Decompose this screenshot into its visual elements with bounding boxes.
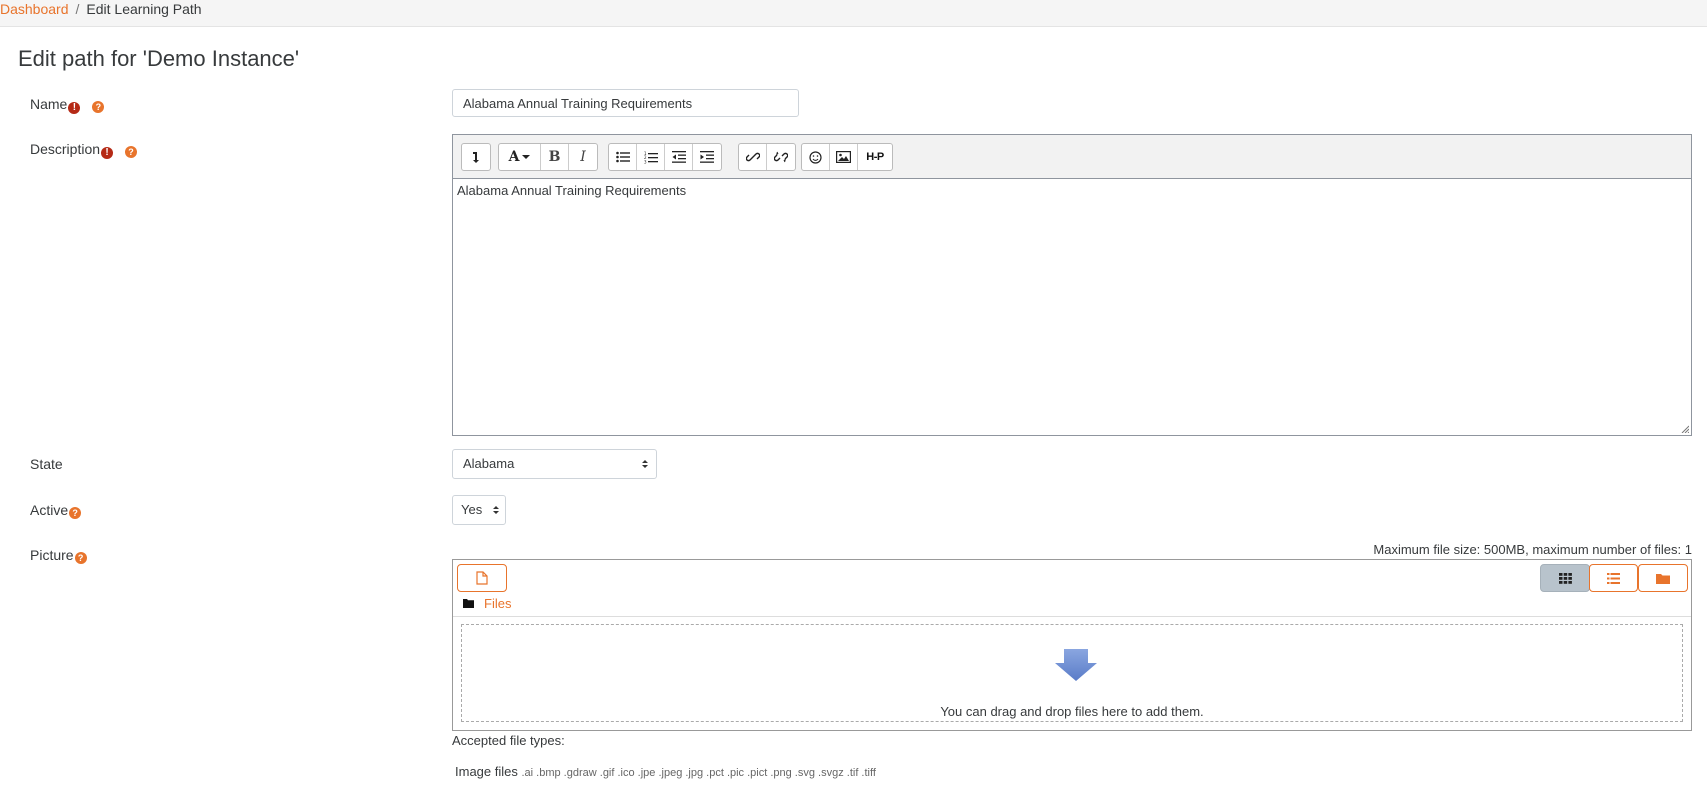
resize-handle-icon[interactable]	[1681, 425, 1689, 433]
add-file-button[interactable]	[457, 564, 507, 592]
toolbar-group-lists: 123	[608, 143, 722, 171]
unlink-icon[interactable]	[767, 144, 795, 170]
file-picker-toolbar: Files	[453, 560, 1691, 617]
image-icon[interactable]	[830, 144, 858, 170]
description-label: Description	[30, 141, 101, 157]
collapse-icon[interactable]	[462, 144, 490, 170]
select-arrows-icon	[642, 460, 648, 468]
file-picker: Files You can drag and drop files here t…	[452, 559, 1692, 731]
name-input[interactable]	[452, 89, 799, 117]
description-label-row: Description!?	[30, 141, 138, 159]
emoticon-icon[interactable]	[802, 144, 830, 170]
file-icon	[476, 571, 488, 585]
active-select-value: Yes	[461, 502, 483, 517]
tree-view-icon	[1656, 573, 1670, 584]
files-path-link[interactable]: Files	[484, 596, 511, 611]
file-path-row: Files	[463, 596, 511, 611]
bold-icon[interactable]: B	[541, 144, 569, 170]
italic-icon[interactable]: I	[569, 144, 597, 170]
help-icon[interactable]: ?	[69, 507, 82, 519]
grid-view-icon	[1558, 572, 1572, 584]
max-file-note: Maximum file size: 500MB, maximum number…	[1373, 542, 1692, 557]
drop-arrow-icon	[1055, 649, 1097, 681]
indent-icon[interactable]	[693, 144, 721, 170]
tree-view-button[interactable]	[1638, 564, 1688, 592]
description-editor: A B I 123 H-P Alabama Annual Training Re…	[452, 134, 1692, 436]
help-icon[interactable]: ?	[74, 552, 87, 564]
toolbar-group-style: A B I	[498, 143, 598, 171]
file-dropzone[interactable]: You can drag and drop files here to add …	[461, 624, 1683, 722]
select-arrows-icon	[493, 506, 499, 514]
editor-toolbar: A B I 123 H-P	[453, 135, 1691, 179]
breadcrumb-current: Edit Learning Path	[86, 1, 202, 17]
list-view-icon	[1607, 572, 1620, 584]
state-select[interactable]: Alabama	[452, 449, 657, 479]
unordered-list-icon[interactable]	[609, 144, 637, 170]
toolbar-group-links	[738, 143, 796, 171]
active-label-row: Active?	[30, 502, 82, 519]
link-icon[interactable]	[739, 144, 767, 170]
folder-icon	[463, 599, 474, 608]
active-select[interactable]: Yes	[452, 495, 506, 525]
picture-label: Picture	[30, 547, 74, 563]
ordered-list-icon[interactable]: 123	[637, 144, 665, 170]
name-label-row: Name!?	[30, 96, 105, 114]
h5p-icon[interactable]: H-P	[858, 144, 892, 170]
toolbar-group-media: H-P	[801, 143, 893, 171]
accepted-extensions: .ai .bmp .gdraw .gif .ico .jpe .jpeg .jp…	[521, 767, 876, 779]
state-label: State	[30, 456, 63, 472]
toolbar-group-collapse	[461, 143, 491, 171]
required-icon: !	[101, 147, 114, 159]
breadcrumb-dashboard-link[interactable]: Dashboard	[0, 1, 69, 17]
help-icon[interactable]: ?	[125, 146, 138, 158]
h5p-label: H-P	[866, 151, 884, 163]
page-title: Edit path for 'Demo Instance'	[18, 46, 300, 71]
svg-text:3: 3	[644, 159, 647, 164]
help-icon[interactable]: ?	[92, 101, 105, 113]
accepted-group-label: Image files	[455, 764, 518, 779]
font-color-icon[interactable]: A	[499, 144, 541, 170]
required-icon: !	[68, 102, 81, 114]
active-label: Active	[30, 502, 69, 518]
dropzone-text: You can drag and drop files here to add …	[940, 704, 1204, 719]
state-select-value: Alabama	[463, 456, 515, 471]
description-editable[interactable]: Alabama Annual Training Requirements	[453, 179, 1691, 435]
list-view-button[interactable]	[1589, 564, 1638, 592]
name-label: Name	[30, 96, 68, 112]
accepted-types-title: Accepted file types:	[452, 733, 565, 748]
breadcrumb-bar: Dashboard / Edit Learning Path	[0, 0, 1707, 27]
accepted-types-list: Image files .ai .bmp .gdraw .gif .ico .j…	[455, 764, 876, 779]
grid-view-button[interactable]	[1540, 564, 1590, 592]
picture-label-row: Picture?	[30, 547, 87, 564]
breadcrumb-separator: /	[75, 1, 80, 17]
breadcrumb: Dashboard / Edit Learning Path	[0, 1, 202, 17]
outdent-icon[interactable]	[665, 144, 693, 170]
